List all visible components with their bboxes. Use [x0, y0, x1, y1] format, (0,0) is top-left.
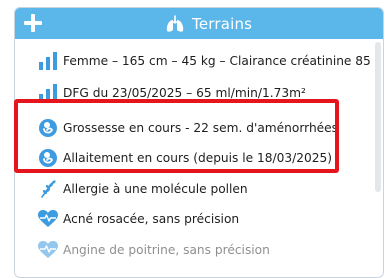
list-item-label: Femme – 165 cm – 45 kg – Clairance créat…	[63, 54, 371, 68]
list-item[interactable]: Acné rosacée, sans précision	[15, 203, 369, 235]
scrollbar[interactable]	[375, 42, 381, 192]
bar-chart-icon	[37, 50, 59, 72]
list-item-label: DFG du 23/05/2025 – 65 ml/min/1.73m²	[63, 86, 306, 100]
header-title-group: Terrains	[165, 13, 252, 35]
list-item-label: Acné rosacée, sans précision	[63, 212, 240, 226]
lungs-icon	[166, 15, 184, 32]
highlight-box	[14, 99, 339, 173]
list-item-label: Allergie à une molécule pollen	[63, 182, 248, 196]
plus-icon[interactable]	[20, 10, 46, 36]
list-item-label: Angine de poitrine, sans précision	[63, 243, 270, 257]
heart-pulse-icon	[37, 208, 59, 230]
header-title: Terrains	[192, 15, 253, 33]
list-item[interactable]: Allergie à une molécule pollen	[15, 173, 369, 205]
list-item[interactable]: Angine de poitrine, sans précision	[15, 234, 369, 266]
panel-header: Terrains	[15, 8, 383, 39]
list-item[interactable]: Femme – 165 cm – 45 kg – Clairance créat…	[15, 45, 371, 77]
heart-pulse-icon	[37, 239, 59, 261]
pollen-icon	[37, 178, 59, 200]
